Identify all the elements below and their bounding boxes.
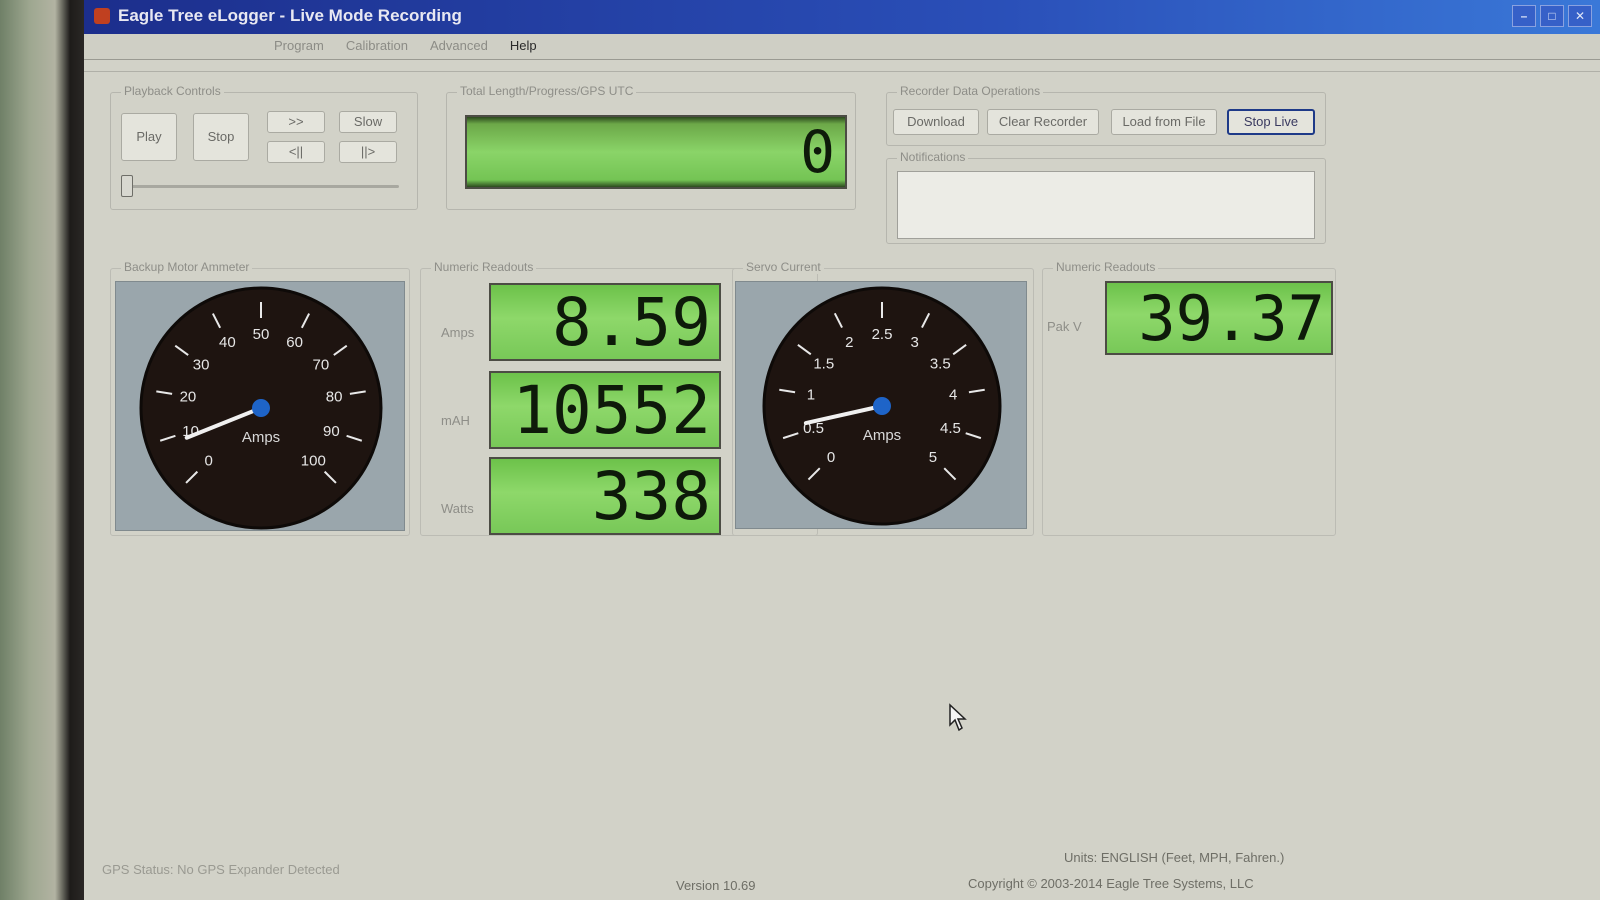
app-icon bbox=[94, 8, 110, 24]
servo-current-tick-label: 1 bbox=[807, 387, 815, 404]
load-from-file-button[interactable]: Load from File bbox=[1111, 109, 1217, 135]
motor-ammeter-tick-label: 30 bbox=[193, 357, 210, 374]
servo-current-panel: 0 0.5 1 1.5 2 2.5 3 3.5 4 4.5 5 Amps bbox=[735, 281, 1027, 529]
title-bar: Eagle Tree eLogger - Live Mode Recording… bbox=[84, 0, 1600, 34]
servo-current-tick-label: 4 bbox=[949, 387, 957, 404]
servo-current-tick-label: 4.5 bbox=[940, 420, 961, 437]
servo-current-tick-label: 5 bbox=[929, 449, 937, 466]
slow-button[interactable]: Slow bbox=[339, 111, 397, 133]
minimize-button[interactable]: – bbox=[1512, 5, 1536, 27]
maximize-button[interactable]: □ bbox=[1540, 5, 1564, 27]
servo-current-tick-label: 3 bbox=[911, 334, 919, 351]
servo-current-tick-label: 1.5 bbox=[813, 356, 834, 373]
menu-bar: Program Calibration Advanced Help bbox=[84, 34, 1600, 60]
motor-ammeter-tick-label: 100 bbox=[301, 452, 326, 469]
mouse-cursor-icon bbox=[949, 703, 967, 732]
numeric-readouts-2-legend: Numeric Readouts bbox=[1053, 260, 1159, 274]
monitor-bezel bbox=[0, 0, 84, 900]
motor-ammeter-tick-label: 50 bbox=[253, 326, 270, 343]
stop-button[interactable]: Stop bbox=[193, 113, 249, 161]
motor-ammeter-tick-label: 60 bbox=[286, 334, 303, 351]
motor-ammeter-tick-label: 70 bbox=[313, 357, 330, 374]
stop-live-button[interactable]: Stop Live bbox=[1227, 109, 1315, 135]
playback-legend: Playback Controls bbox=[121, 84, 224, 98]
clear-recorder-button[interactable]: Clear Recorder bbox=[987, 109, 1099, 135]
numeric-readouts-2-group: Numeric Readouts Pak V 39.37 bbox=[1042, 260, 1336, 536]
servo-current-tick-label: 2 bbox=[845, 334, 853, 351]
close-button[interactable]: ✕ bbox=[1568, 5, 1592, 27]
units-text: Units: ENGLISH (Feet, MPH, Fahren.) bbox=[1064, 850, 1285, 865]
playback-slider-thumb[interactable] bbox=[121, 175, 133, 197]
step-back-button[interactable]: <|| bbox=[267, 141, 325, 163]
window-controls: – □ ✕ bbox=[1512, 5, 1592, 27]
motor-ammeter-legend: Backup Motor Ammeter bbox=[121, 260, 253, 274]
motor-ammeter-unit: Amps bbox=[242, 429, 280, 446]
menu-divider bbox=[84, 60, 1600, 72]
pak-v-label: Pak V bbox=[1047, 319, 1082, 334]
playback-controls-group: Playback Controls Play Stop >> Slow <|| … bbox=[110, 84, 418, 210]
download-button[interactable]: Download bbox=[893, 109, 979, 135]
menu-advanced[interactable]: Advanced bbox=[430, 38, 488, 59]
servo-current-legend: Servo Current bbox=[743, 260, 824, 274]
servo-current-hub bbox=[873, 397, 891, 415]
app-window: Eagle Tree eLogger - Live Mode Recording… bbox=[84, 0, 1600, 900]
servo-current-tick-label: 3.5 bbox=[930, 356, 951, 373]
recorder-ops-group: Recorder Data Operations Download Clear … bbox=[886, 84, 1326, 146]
menu-help[interactable]: Help bbox=[510, 38, 537, 59]
copyright-text: Copyright © 2003-2014 Eagle Tree Systems… bbox=[968, 876, 1254, 891]
motor-ammeter-panel: 0 10 20 30 40 50 60 70 80 90 100 Amps bbox=[115, 281, 405, 531]
menu-calibration[interactable]: Calibration bbox=[346, 38, 408, 59]
motor-ammeter-group: Backup Motor Ammeter 0 10 20 30 40 50 60 70 80 90… bbox=[110, 260, 410, 536]
play-button[interactable]: Play bbox=[121, 113, 177, 161]
watts-label: Watts bbox=[441, 501, 474, 516]
playback-slider-track[interactable] bbox=[121, 185, 399, 188]
numeric-readouts-1-legend: Numeric Readouts bbox=[431, 260, 537, 274]
servo-current-group: Servo Current 0 0.5 1 1.5 2 2.5 3 3.5 4 4.5 5 Amps bbox=[732, 260, 1034, 536]
motor-ammeter-gauge: 010203040 50 60708090100 Amps bbox=[139, 286, 383, 530]
amps-readout: 8.59 bbox=[489, 283, 721, 361]
amps-label: Amps bbox=[441, 325, 475, 340]
motor-ammeter-tick-label: 40 bbox=[219, 334, 236, 351]
notifications-legend: Notifications bbox=[897, 150, 969, 164]
mah-readout: 10552 bbox=[489, 371, 721, 449]
menu-program[interactable]: Program bbox=[274, 38, 324, 59]
pak-v-readout: 39.37 bbox=[1105, 281, 1333, 355]
mah-label: mAH bbox=[441, 413, 470, 428]
window-title: Eagle Tree eLogger - Live Mode Recording bbox=[118, 6, 462, 25]
servo-current-tick-label: 2.5 bbox=[872, 326, 893, 343]
fast-forward-button[interactable]: >> bbox=[267, 111, 325, 133]
servo-current-unit: Amps bbox=[863, 427, 901, 444]
recorder-ops-legend: Recorder Data Operations bbox=[897, 84, 1044, 98]
step-forward-button[interactable]: ||> bbox=[339, 141, 397, 163]
motor-ammeter-tick-label: 0 bbox=[205, 452, 213, 469]
servo-current-gauge: 00.511.52 2.5 33.544.55 Amps bbox=[762, 286, 1002, 526]
progress-legend: Total Length/Progress/GPS UTC bbox=[457, 84, 637, 98]
motor-ammeter-hub bbox=[252, 399, 270, 417]
servo-current-tick-label: 0 bbox=[827, 449, 835, 466]
watts-readout: 338 bbox=[489, 457, 721, 535]
notifications-group: Notifications bbox=[886, 150, 1326, 244]
notifications-box bbox=[897, 171, 1315, 239]
motor-ammeter-tick-label: 80 bbox=[326, 388, 343, 405]
progress-time-display: 0 1:08:20.50 bbox=[465, 115, 847, 189]
motor-ammeter-tick-label: 20 bbox=[180, 388, 197, 405]
motor-ammeter-tick-label: 90 bbox=[323, 423, 340, 440]
version-text: Version 10.69 bbox=[676, 878, 756, 893]
gps-status-text: GPS Status: No GPS Expander Detected bbox=[102, 862, 340, 877]
progress-group: Total Length/Progress/GPS UTC 0 1:08:20.… bbox=[446, 84, 856, 210]
